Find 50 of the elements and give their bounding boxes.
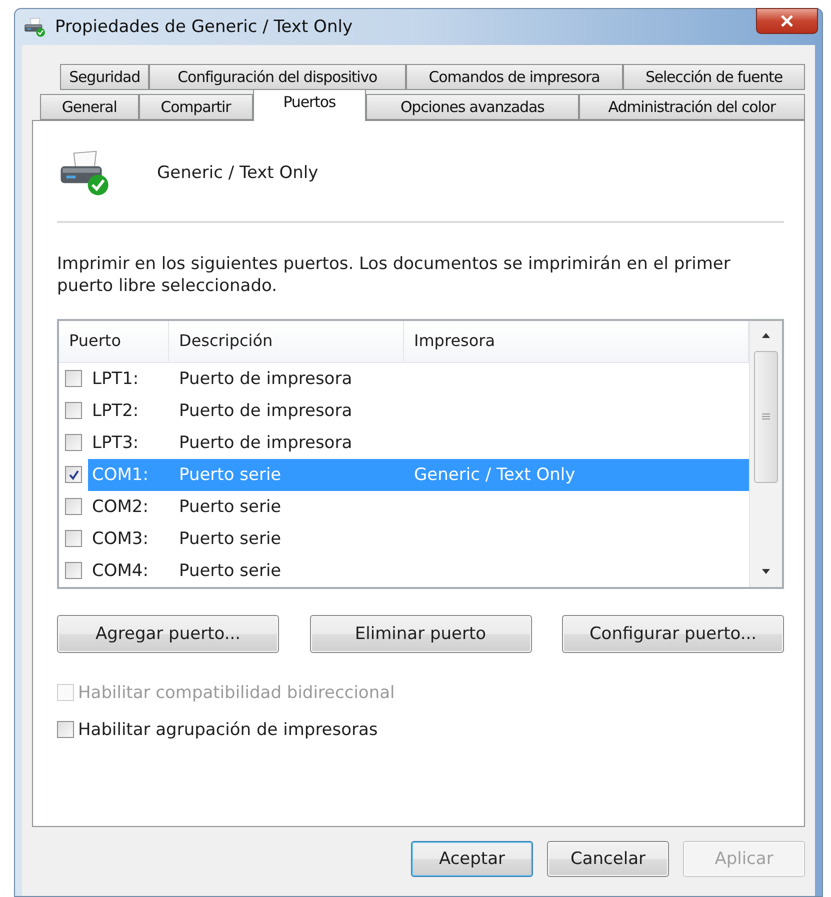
port-cell[interactable]: LPT3: bbox=[88, 426, 169, 459]
close-button[interactable] bbox=[756, 8, 818, 34]
port-cell[interactable]: LPT1: bbox=[88, 362, 169, 395]
window-title: Propiedades de Generic / Text Only bbox=[55, 17, 352, 37]
port-button[interactable]: Eliminar puerto bbox=[310, 614, 532, 653]
tab[interactable]: Puertos bbox=[252, 89, 366, 121]
printer-icon bbox=[23, 16, 47, 38]
port-cell[interactable]: COM3: bbox=[88, 522, 169, 555]
tab[interactable]: General bbox=[40, 94, 139, 120]
description-cell-text: Puerto de impresora bbox=[178, 432, 354, 455]
dialog-button[interactable]: Cancelar bbox=[547, 841, 669, 877]
checkbox[interactable] bbox=[65, 434, 82, 452]
checkbox[interactable] bbox=[57, 721, 74, 738]
tab[interactable]: Configuración del dispositivo bbox=[149, 64, 406, 90]
description-cell-text: Puerto serie bbox=[178, 560, 282, 583]
port-cell[interactable]: COM4: bbox=[88, 554, 169, 587]
description-cell-text: Puerto de impresora bbox=[178, 400, 354, 423]
port-cell[interactable]: COM2: bbox=[88, 490, 169, 523]
tab[interactable]: Selección de fuente bbox=[622, 64, 805, 90]
tab[interactable]: Compartir bbox=[138, 94, 253, 120]
printer-cell: Generic / Text Only bbox=[404, 458, 749, 491]
port-cell[interactable]: LPT2: bbox=[88, 394, 169, 427]
checkbox[interactable] bbox=[65, 402, 82, 420]
option-label[interactable]: Habilitar agrupación de impresoras bbox=[78, 720, 378, 740]
description-cell-text: Puerto serie bbox=[178, 528, 282, 551]
down-arrow-icon bbox=[762, 569, 770, 574]
description-cell-text: Puerto serie bbox=[178, 496, 282, 519]
port-button[interactable]: Agregar puerto... bbox=[57, 614, 279, 653]
port-button[interactable]: Configurar puerto... bbox=[562, 614, 784, 653]
checkbox[interactable] bbox=[65, 466, 82, 484]
close-icon bbox=[780, 15, 794, 27]
up-arrow-icon bbox=[762, 333, 770, 338]
checkbox[interactable] bbox=[65, 498, 82, 516]
scroll-thumb[interactable] bbox=[754, 350, 778, 483]
tab[interactable]: Administración del color bbox=[578, 94, 806, 120]
checkbox[interactable] bbox=[65, 562, 82, 580]
tab[interactable]: Opciones avanzadas bbox=[366, 94, 579, 120]
checkbox[interactable] bbox=[65, 370, 82, 388]
column-header[interactable]: Descripción bbox=[169, 321, 404, 362]
instructions-text: Imprimir en los siguientes puertos. Los documentos se imprimirán en el primer puerto libre seleccionado. bbox=[57, 252, 732, 297]
description-cell-text: Puerto de impresora bbox=[178, 368, 354, 391]
grip-icon bbox=[762, 413, 770, 420]
scrollbar[interactable] bbox=[749, 320, 782, 587]
tab[interactable]: Comandos de impresora bbox=[406, 64, 623, 90]
checkbox[interactable] bbox=[65, 530, 82, 548]
tab[interactable]: Seguridad bbox=[60, 64, 150, 90]
dialog-button[interactable]: Aceptar bbox=[411, 841, 533, 877]
column-header[interactable]: Puerto bbox=[59, 321, 169, 362]
description-cell: Puerto serie bbox=[169, 458, 404, 491]
printer-name: Generic / Text Only bbox=[157, 162, 318, 183]
